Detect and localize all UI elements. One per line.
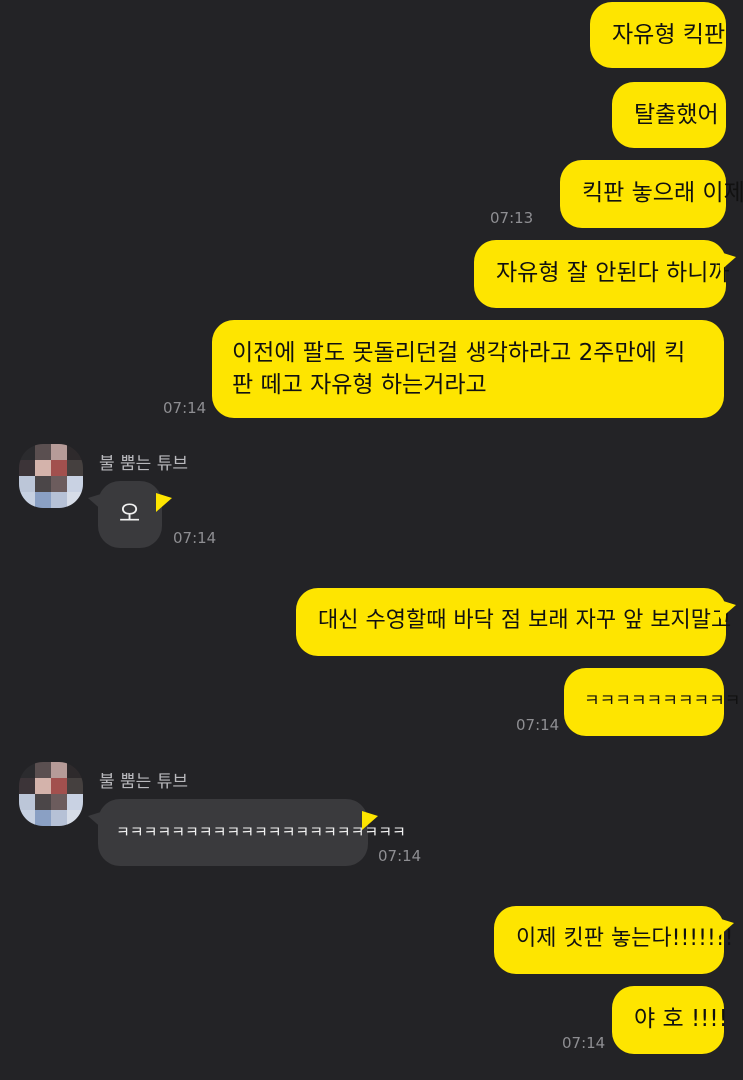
incoming-message-bubble[interactable]: 오 [88, 481, 172, 548]
message-text: 이제 킷판 놓는다!!!!!!! [516, 926, 734, 951]
sender-name: 불 뿜는 튜브 [99, 454, 189, 474]
outgoing-message-bubble[interactable]: 자유형 킥판 [590, 2, 726, 68]
outgoing-message-bubble[interactable]: 이제 킷판 놓는다!!!!!!! [494, 906, 734, 974]
outgoing-message-bubble[interactable]: ㅋㅋㅋㅋㅋㅋㅋㅋㅋㅋㅋ [564, 668, 743, 736]
message-text: 자유형 잘 안된다 하니까 [496, 260, 730, 286]
message-timestamp: 07:14 [378, 847, 422, 865]
message-text: 대신 수영할때 바닥 점 보래 자꾸 앞 보지말고 [318, 608, 732, 633]
message-text: 오 [119, 501, 141, 527]
sender-name: 불 뿜는 튜브 [99, 772, 189, 792]
avatar[interactable] [19, 762, 83, 826]
message-timestamp: 07:14 [173, 529, 217, 547]
message-text: 야 호 !!!! [634, 1006, 728, 1032]
outgoing-message-bubble[interactable]: 킥판 놓으래 이제 [560, 160, 743, 228]
outgoing-message-bubble[interactable]: 대신 수영할때 바닥 점 보래 자꾸 앞 보지말고 [296, 588, 736, 656]
message-text: 킥판 놓으래 이제 [582, 180, 743, 206]
message-timestamp: 07:14 [562, 1034, 606, 1052]
message-text: 탈출했어 [634, 102, 719, 128]
message-text: 자유형 킥판 [612, 22, 726, 48]
message-text: ㅋㅋㅋㅋㅋㅋㅋㅋㅋㅋㅋ [584, 691, 743, 711]
outgoing-message-bubble[interactable]: 이전에 팔도 못돌리던걸 생각하라고 2주만에 킥판 떼고 자유형 하는거라고 [212, 320, 724, 418]
message-timestamp: 07:13 [490, 209, 534, 227]
message-timestamp: 07:14 [163, 399, 207, 417]
message-text: ㅋㅋㅋㅋㅋㅋㅋㅋㅋㅋㅋㅋㅋㅋㅋㅋㅋㅋㅋㅋㅋ [116, 823, 406, 841]
outgoing-message-bubble[interactable]: 자유형 잘 안된다 하니까 [474, 240, 736, 308]
avatar[interactable] [19, 444, 83, 508]
incoming-message-bubble[interactable]: ㅋㅋㅋㅋㅋㅋㅋㅋㅋㅋㅋㅋㅋㅋㅋㅋㅋㅋㅋㅋㅋ [88, 799, 406, 866]
outgoing-message-bubble[interactable]: 야 호 !!!! [612, 986, 728, 1054]
outgoing-message-bubble[interactable]: 탈출했어 [612, 82, 726, 148]
message-text: 이전에 팔도 못돌리던걸 생각하라고 2주만에 킥판 떼고 자유형 하는거라고 [232, 340, 686, 398]
message-timestamp: 07:14 [516, 716, 560, 734]
